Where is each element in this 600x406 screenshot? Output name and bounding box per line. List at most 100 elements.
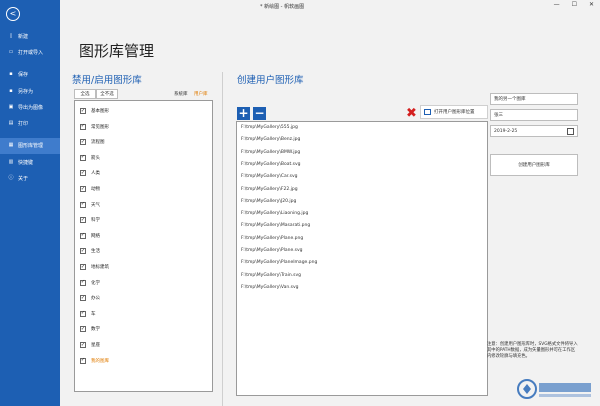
- date-value: 2019-2-25: [494, 128, 518, 134]
- library-item-label: 天气: [91, 202, 100, 208]
- checkbox[interactable]: ✓: [80, 326, 86, 333]
- library-item-label: 动物: [91, 187, 100, 192]
- file-list-item[interactable]: F:\tmp\MyGallery\Car.svg: [241, 174, 298, 179]
- checkbox[interactable]: ✓: [80, 357, 86, 364]
- calendar-icon[interactable]: [567, 128, 574, 135]
- back-arrow-icon[interactable]: <: [6, 7, 20, 21]
- file-list-item[interactable]: F:\tmp\MyGallery\Boat.svg: [241, 162, 301, 167]
- add-icon[interactable]: +: [237, 107, 250, 120]
- checkbox[interactable]: ✓: [80, 310, 86, 317]
- select-all-button[interactable]: 全选: [74, 89, 96, 99]
- library-item-label: 生活: [91, 249, 100, 255]
- checkbox[interactable]: ✓: [80, 201, 86, 208]
- file-list-item[interactable]: F:\tmp\MyGallery\Plane.svg: [241, 248, 303, 253]
- library-list-item[interactable]: ✓ 天气: [80, 201, 100, 208]
- file-list-item[interactable]: F:\tmp\MyGallery\Benz.jpg: [241, 137, 300, 142]
- folder-icon: ▭: [8, 48, 14, 55]
- tab-user-library[interactable]: 用户库: [194, 91, 208, 97]
- new-file-icon: ▯: [9, 32, 13, 39]
- library-list-item[interactable]: ✓ 基本图形: [80, 108, 109, 114]
- library-item-label: 化学: [91, 280, 100, 286]
- file-list-item[interactable]: F:\tmp\MyGallery\J20.jpg: [241, 199, 296, 204]
- sidebar-item-5[interactable]: ▤ 打印: [0, 115, 60, 131]
- file-list-item[interactable]: F:\tmp\MyGallery\Van.svg: [241, 285, 299, 290]
- sidebar-item-8[interactable]: ⓘ 关于: [0, 170, 60, 186]
- delete-icon[interactable]: ✖: [405, 107, 418, 120]
- note-text: 注意：创建用户图形库时，SVG格式文件将导入其中的PATH数据，成为矢量图形并可…: [487, 342, 578, 359]
- file-list-item[interactable]: F:\tmp\MyGallery\555.jpg: [241, 125, 298, 130]
- sidebar-item-6[interactable]: ▦ 图形库管理: [0, 137, 60, 155]
- file-list-item[interactable]: F:\tmp\MyGallery\BMW.jpg: [241, 150, 300, 155]
- library-item-label: 我的图库: [91, 358, 109, 364]
- right-panel-heading: 创建用户图形库: [237, 75, 304, 86]
- panel-divider: [222, 72, 223, 406]
- open-location-label: 打开用户图形库位置: [434, 110, 475, 115]
- library-list-item[interactable]: ✓ 科学: [80, 217, 100, 224]
- checkbox[interactable]: ✓: [80, 186, 86, 192]
- sidebar-item-label: 关于: [18, 176, 29, 183]
- checkbox[interactable]: ✓: [80, 232, 86, 239]
- library-item-label: 常见图形: [91, 124, 109, 130]
- library-list-item[interactable]: ✓ 星座: [80, 342, 100, 348]
- checkbox[interactable]: ✓: [80, 170, 86, 177]
- create-library-button[interactable]: 创建用户图形库: [490, 154, 578, 176]
- library-list-item[interactable]: ✓ 流程图: [80, 139, 105, 146]
- checkbox[interactable]: ✓: [80, 217, 86, 224]
- main-content: 图形库管理 禁用/启用图形库 全选 全不选 系统库 用户库 ✓ 基本图形 ✓ 常见图形…: [60, 12, 600, 406]
- select-none-button[interactable]: 全不选: [96, 89, 118, 99]
- file-list: F:\tmp\MyGallery\555.jpg F:\tmp\MyGallery…: [236, 121, 488, 396]
- library-list-item[interactable]: ✓ 数学: [80, 326, 100, 333]
- library-list-item[interactable]: ✓ 人类: [80, 170, 100, 177]
- library-item-label: 星座: [91, 343, 100, 348]
- checkbox[interactable]: ✓: [80, 139, 86, 146]
- library-item-label: 数学: [91, 327, 100, 333]
- file-list-item[interactable]: F:\tmp\MyGallery\Plane.png: [241, 236, 303, 241]
- file-list-item[interactable]: F:\tmp\MyGallery\Train.svg: [241, 273, 301, 278]
- sidebar-item-label: 快捷键: [18, 159, 34, 166]
- library-list-item[interactable]: ✓ 车: [80, 310, 96, 317]
- sidebar-item-label: 打开或导入: [18, 49, 44, 56]
- checkbox[interactable]: ✓: [80, 264, 86, 270]
- library-list-item[interactable]: ✓ 箭头: [80, 154, 100, 161]
- checkbox[interactable]: ✓: [80, 295, 86, 302]
- checkbox[interactable]: ✓: [80, 248, 86, 255]
- file-list-item[interactable]: F:\tmp\MyGallery\PlaneImage.png: [241, 260, 317, 265]
- library-item-label: 人类: [91, 171, 100, 177]
- library-name-input[interactable]: 我的另一个图库: [490, 93, 578, 105]
- minimize-icon[interactable]: —: [554, 2, 560, 8]
- checkbox[interactable]: ✓: [80, 279, 86, 286]
- sidebar-item-7[interactable]: ▥ 快捷键: [0, 154, 60, 170]
- window-title: * 新绘图 - 帆软画图: [260, 4, 305, 10]
- remove-icon[interactable]: −: [253, 107, 266, 120]
- sidebar-item-0[interactable]: ▯ 新建: [0, 28, 60, 44]
- checkbox[interactable]: ✓: [80, 342, 86, 348]
- file-list-item[interactable]: F:\tmp\MyGallery\Masarati.png: [241, 223, 310, 228]
- library-list-item[interactable]: ✓ 地标建筑: [80, 264, 109, 270]
- library-item-label: 地标建筑: [91, 265, 109, 270]
- author-input[interactable]: 张三: [490, 109, 578, 121]
- file-list-item[interactable]: F:\tmp\MyGallery\F22.jpg: [241, 187, 298, 192]
- open-location-button[interactable]: 打开用户图形库位置: [420, 105, 488, 119]
- library-list-item[interactable]: ✓ 化学: [80, 279, 100, 286]
- sidebar-item-1[interactable]: ▭ 打开或导入: [0, 44, 60, 60]
- library-list-item[interactable]: ✓ 我的图库: [80, 357, 109, 364]
- date-picker[interactable]: 2019-2-25: [490, 125, 578, 137]
- checkbox[interactable]: ✓: [80, 123, 86, 130]
- sidebar-item-3[interactable]: ▪ 另存为: [0, 83, 60, 99]
- sidebar-item-2[interactable]: ▪ 保存: [0, 67, 60, 83]
- library-list-item[interactable]: ✓ 办公: [80, 295, 100, 302]
- maximize-icon[interactable]: ☐: [572, 2, 577, 8]
- checkbox[interactable]: ✓: [80, 108, 86, 114]
- tab-system-library[interactable]: 系统库: [174, 91, 188, 97]
- file-list-item[interactable]: F:\tmp\MyGallery\Liaoning.jpg: [241, 211, 308, 216]
- sidebar-item-4[interactable]: ▣ 导出为图像: [0, 99, 60, 115]
- library-list-item[interactable]: ✓ 网络: [80, 232, 100, 239]
- library-list-item[interactable]: ✓ 动物: [80, 186, 100, 192]
- checkbox[interactable]: ✓: [80, 154, 86, 161]
- watermark-logo: [517, 379, 591, 399]
- export-icon: ▣: [8, 103, 14, 110]
- library-list-item[interactable]: ✓ 常见图形: [80, 123, 109, 130]
- library-item-label: 箭头: [91, 155, 100, 161]
- library-list-item[interactable]: ✓ 生活: [80, 248, 100, 255]
- close-icon[interactable]: ✕: [589, 2, 594, 8]
